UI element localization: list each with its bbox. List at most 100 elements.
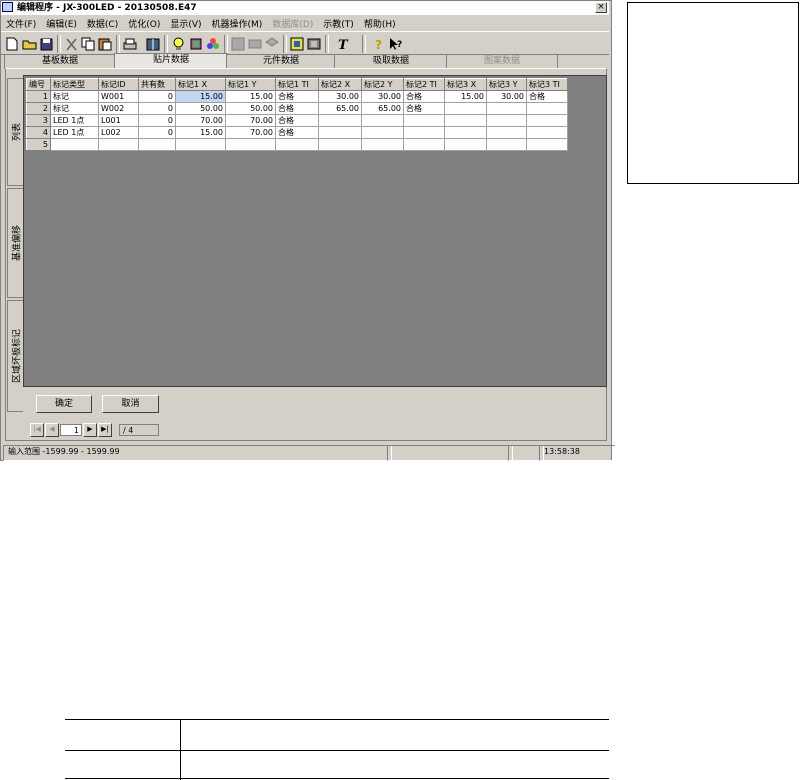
col-header[interactable]: 标记2 X xyxy=(318,78,362,91)
cell[interactable]: 65.00 xyxy=(318,102,362,115)
cell[interactable]: 15.00 xyxy=(444,90,487,103)
group-icon[interactable] xyxy=(205,36,221,52)
cell[interactable] xyxy=(486,138,527,151)
cell[interactable]: W001 xyxy=(98,90,139,103)
cell[interactable] xyxy=(486,102,527,115)
cancel-button[interactable]: 取消 xyxy=(102,395,159,413)
col-header[interactable]: 标记3 TI xyxy=(526,78,568,91)
menu-database[interactable]: 数据库(D) xyxy=(267,17,318,30)
side-tab-list[interactable]: 列表 xyxy=(7,78,23,186)
col-header[interactable]: 标记3 Y xyxy=(486,78,527,91)
cell[interactable]: 30.00 xyxy=(486,90,527,103)
cell[interactable]: 合格 xyxy=(275,114,319,127)
col-header[interactable]: 标记类型 xyxy=(50,78,99,91)
menu-file[interactable]: 文件(F) xyxy=(1,17,41,30)
col-header[interactable]: 标记3 X xyxy=(444,78,487,91)
cell[interactable] xyxy=(526,114,568,127)
bulb-icon[interactable] xyxy=(170,36,186,52)
layer-disabled-icon[interactable] xyxy=(264,36,280,52)
col-header[interactable]: 标记1 Y xyxy=(225,78,276,91)
grid-disabled-icon[interactable] xyxy=(230,36,246,52)
context-help-icon[interactable]: ? xyxy=(388,36,404,52)
row-number[interactable]: 1 xyxy=(26,90,51,103)
cell[interactable] xyxy=(98,138,139,151)
cell[interactable] xyxy=(403,114,445,127)
cell[interactable]: 50.00 xyxy=(225,102,276,115)
cell[interactable] xyxy=(403,126,445,139)
cell[interactable]: LED 1点 xyxy=(50,126,99,139)
cell[interactable] xyxy=(486,114,527,127)
row-number[interactable]: 2 xyxy=(26,102,51,115)
col-header[interactable]: 标记2 Y xyxy=(361,78,404,91)
new-file-icon[interactable] xyxy=(4,36,20,52)
menu-optimize[interactable]: 优化(O) xyxy=(123,17,165,30)
cell[interactable] xyxy=(444,114,487,127)
cell[interactable]: 0 xyxy=(138,102,176,115)
tab-placement-data[interactable]: 贴片数据 xyxy=(114,53,228,69)
tab-component-data[interactable]: 元件数据 xyxy=(226,54,336,69)
component-icon[interactable] xyxy=(188,36,204,52)
page-input[interactable]: 1 xyxy=(60,424,82,436)
cell[interactable] xyxy=(526,102,568,115)
row-number[interactable]: 4 xyxy=(26,126,51,139)
cell[interactable] xyxy=(361,114,404,127)
cut-icon[interactable] xyxy=(63,36,79,52)
cell[interactable] xyxy=(444,138,487,151)
cell[interactable] xyxy=(444,126,487,139)
cell[interactable] xyxy=(444,102,487,115)
camera-icon[interactable] xyxy=(289,36,305,52)
col-header[interactable]: 标记ID xyxy=(98,78,139,91)
cell[interactable]: 0 xyxy=(138,90,176,103)
menu-view[interactable]: 显示(V) xyxy=(165,17,206,30)
cell[interactable] xyxy=(361,126,404,139)
col-header[interactable]: 标记2 TI xyxy=(403,78,445,91)
cell[interactable] xyxy=(318,114,362,127)
cell[interactable] xyxy=(318,126,362,139)
menu-edit[interactable]: 编辑(E) xyxy=(41,17,82,30)
cell[interactable] xyxy=(175,138,226,151)
cell[interactable]: L002 xyxy=(98,126,139,139)
cell[interactable]: 合格 xyxy=(275,102,319,115)
row-number[interactable]: 3 xyxy=(26,114,51,127)
last-page-button[interactable]: ▶| xyxy=(98,423,112,437)
book-icon[interactable] xyxy=(145,36,161,52)
cell[interactable]: 合格 xyxy=(526,90,568,103)
close-button[interactable]: × xyxy=(595,2,607,13)
cell[interactable] xyxy=(50,138,99,151)
col-header[interactable]: 标记1 TI xyxy=(275,78,319,91)
cell[interactable]: 50.00 xyxy=(175,102,226,115)
cell[interactable]: 70.00 xyxy=(225,126,276,139)
cell[interactable] xyxy=(225,138,276,151)
cell[interactable] xyxy=(526,138,568,151)
side-tab-reference-offset[interactable]: 基准偏移 xyxy=(7,188,23,298)
text-icon[interactable]: T xyxy=(334,36,350,52)
rail-icon[interactable] xyxy=(306,36,322,52)
cell[interactable]: 65.00 xyxy=(361,102,404,115)
paste-icon[interactable] xyxy=(97,36,113,52)
side-tab-area-bad-mark[interactable]: 区域坏板标记 xyxy=(7,300,23,412)
stack-disabled-icon[interactable] xyxy=(247,36,263,52)
tab-pickup-data[interactable]: 吸取数据 xyxy=(334,54,448,69)
menu-data[interactable]: 数据(C) xyxy=(82,17,123,30)
help-icon[interactable]: ? xyxy=(371,36,387,52)
cell[interactable]: 30.00 xyxy=(361,90,404,103)
menu-teach[interactable]: 示教(T) xyxy=(318,17,359,30)
next-page-button[interactable]: ▶ xyxy=(83,423,97,437)
menu-help[interactable]: 帮助(H) xyxy=(359,17,401,30)
ok-button[interactable]: 确定 xyxy=(36,395,92,413)
cell[interactable] xyxy=(526,126,568,139)
cell[interactable] xyxy=(486,126,527,139)
cell[interactable]: 合格 xyxy=(275,90,319,103)
cell[interactable]: 标记 xyxy=(50,90,99,103)
cell[interactable]: 0 xyxy=(138,114,176,127)
open-folder-icon[interactable] xyxy=(21,36,37,52)
cell[interactable]: 70.00 xyxy=(225,114,276,127)
cell[interactable]: 70.00 xyxy=(175,114,226,127)
cell[interactable]: 15.00 xyxy=(175,126,226,139)
col-header[interactable]: 共有数 xyxy=(138,78,176,91)
cell[interactable]: L001 xyxy=(98,114,139,127)
cell[interactable]: 合格 xyxy=(275,126,319,139)
cell[interactable] xyxy=(403,138,445,151)
col-header[interactable]: 编号 xyxy=(26,78,51,91)
cell[interactable]: LED 1点 xyxy=(50,114,99,127)
